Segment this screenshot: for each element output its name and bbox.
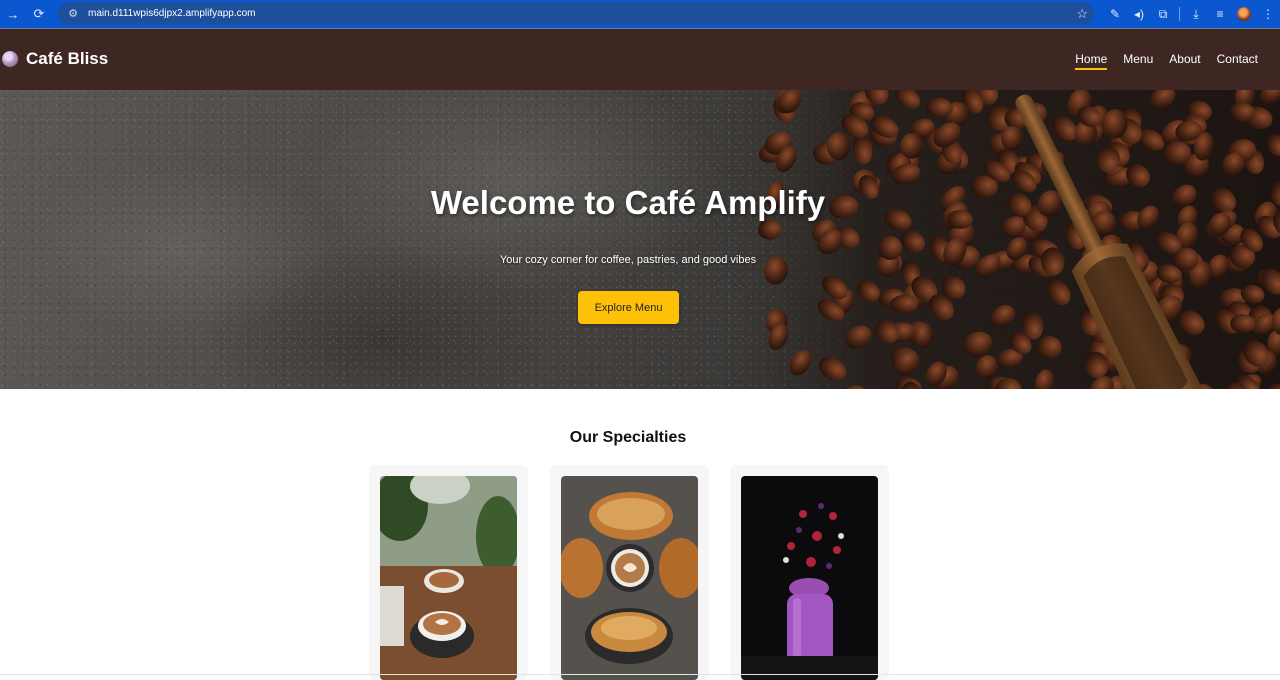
specialty-card-latte[interactable] — [369, 465, 528, 680]
latte-art-image — [380, 476, 517, 680]
nav-link-home[interactable]: Home — [1075, 52, 1108, 70]
forward-icon[interactable]: → — [0, 0, 26, 28]
bookmark-star-icon[interactable]: ☆ — [1076, 6, 1088, 22]
extensions-icon[interactable]: ⧉ — [1151, 0, 1175, 28]
toolbar-divider — [1179, 7, 1180, 21]
croissant-cappuccino-image — [561, 476, 698, 680]
url-text: main.d111wpis6djpx2.amplifyapp.com — [88, 8, 256, 19]
explore-menu-button[interactable]: Explore Menu — [578, 291, 679, 324]
hero-title: Welcome to Café Amplify — [430, 184, 826, 221]
berry-smoothie-image — [741, 476, 878, 680]
specialty-card-smoothie[interactable] — [730, 465, 889, 680]
coffee-cup-icon — [2, 51, 18, 67]
profile-avatar[interactable] — [1232, 0, 1256, 28]
site-info-icon[interactable]: ⚙ — [62, 7, 84, 20]
hero-section: Welcome to Café Amplify Your cozy corner… — [0, 90, 1280, 389]
browser-tools: ✎ ◂) ⧉ ⤓ ≡ ⋮ — [1103, 0, 1280, 28]
menu-icon[interactable]: ⋮ — [1256, 0, 1280, 28]
nav-link-menu[interactable]: Menu — [1123, 52, 1153, 70]
nav-links: Home Menu About Contact — [1075, 52, 1258, 70]
brand[interactable]: Café Bliss — [2, 49, 108, 69]
browser-toolbar: → ⟳ ⚙ main.d111wpis6djpx2.amplifyapp.com… — [0, 0, 1280, 28]
hero-content: Welcome to Café Amplify Your cozy corner… — [0, 90, 1256, 389]
address-bar[interactable]: ⚙ main.d111wpis6djpx2.amplifyapp.com ☆ — [58, 2, 1094, 25]
specialty-card-croissant[interactable] — [550, 465, 709, 680]
nav-link-about[interactable]: About — [1169, 52, 1200, 70]
reading-list-icon[interactable]: ≡ — [1208, 0, 1232, 28]
specialties-title: Our Specialties — [569, 429, 687, 446]
read-aloud-icon[interactable]: ◂) — [1127, 0, 1151, 28]
reload-icon[interactable]: ⟳ — [26, 0, 52, 28]
pen-icon[interactable]: ✎ — [1103, 0, 1127, 28]
brand-name: Café Bliss — [26, 49, 109, 68]
site-navbar: Café Bliss Home Menu About Contact — [0, 28, 1280, 90]
hero-subtitle: Your cozy corner for coffee, pastries, a… — [499, 254, 757, 266]
nav-link-contact[interactable]: Contact — [1217, 52, 1258, 70]
download-icon[interactable]: ⤓ — [1184, 0, 1208, 28]
